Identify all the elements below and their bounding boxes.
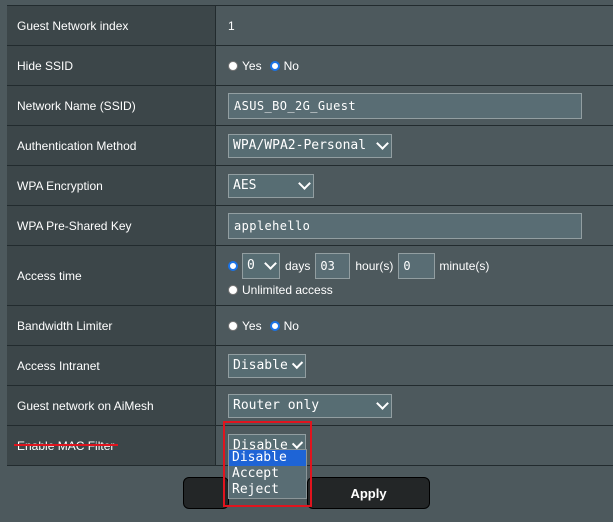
row-access-intranet: Access Intranet Disable xyxy=(7,346,613,386)
label-bandwidth-limiter: Bandwidth Limiter xyxy=(7,306,216,345)
hide-ssid-yes-radio[interactable] xyxy=(228,60,238,71)
row-aimesh: Guest network on AiMesh Router only xyxy=(7,386,613,426)
hide-ssid-no-label: No xyxy=(283,58,299,73)
auth-method-select[interactable]: WPA/WPA2-Personal xyxy=(228,133,392,158)
apply-button[interactable]: Apply xyxy=(307,477,430,509)
label-network-name: Network Name (SSID) xyxy=(7,86,216,125)
row-network-name: Network Name (SSID) ASUS_BO_2G_Guest xyxy=(7,86,613,126)
label-access-intranet: Access Intranet xyxy=(7,346,216,385)
row-wpa-encryption: WPA Encryption AES xyxy=(7,166,613,206)
label-auth-method: Authentication Method xyxy=(7,126,216,165)
access-intranet-value: Disable xyxy=(233,358,288,373)
bandwidth-no-label: No xyxy=(283,318,299,333)
chevron-down-icon xyxy=(298,177,311,190)
hide-ssid-no-radio[interactable] xyxy=(269,60,280,71)
chevron-down-icon xyxy=(376,397,389,410)
chevron-down-icon xyxy=(376,137,389,150)
label-wpa-psk: WPA Pre-Shared Key xyxy=(7,206,216,245)
unlimited-access-label: Unlimited access xyxy=(242,282,333,297)
aimesh-select[interactable]: Router only xyxy=(228,393,392,418)
highlight-box xyxy=(223,421,312,507)
row-wpa-psk: WPA Pre-Shared Key applehello xyxy=(7,206,613,246)
label-aimesh: Guest network on AiMesh xyxy=(7,386,216,425)
auth-method-value: WPA/WPA2-Personal xyxy=(233,138,367,153)
label-guest-network-index: Guest Network index xyxy=(7,6,216,45)
wpa-encryption-select[interactable]: AES xyxy=(228,173,314,198)
row-hide-ssid: Hide SSID Yes No xyxy=(7,46,613,86)
guest-network-index-value: 1 xyxy=(228,18,235,33)
chevron-down-icon xyxy=(264,257,277,270)
ssid-input[interactable]: ASUS_BO_2G_Guest xyxy=(228,92,582,119)
highlight-underline xyxy=(14,444,118,446)
days-value: 0 xyxy=(247,258,255,273)
row-auth-method: Authentication Method WPA/WPA2-Personal xyxy=(7,126,613,166)
bandwidth-yes-label: Yes xyxy=(242,318,262,333)
psk-input[interactable]: applehello xyxy=(228,212,582,239)
days-select[interactable]: 0 xyxy=(242,252,280,279)
row-access-time: Access time 0 days 03 hour(s) 0 minute(s… xyxy=(7,246,613,306)
days-unit: days xyxy=(285,258,311,273)
hours-unit: hour(s) xyxy=(355,258,394,273)
chevron-down-icon xyxy=(291,357,304,370)
hours-input[interactable]: 03 xyxy=(315,252,351,279)
minutes-unit: minute(s) xyxy=(439,258,490,273)
unlimited-access-radio[interactable] xyxy=(228,284,238,295)
label-wpa-encryption: WPA Encryption xyxy=(7,166,216,205)
row-guest-network-index: Guest Network index 1 xyxy=(7,5,613,46)
hide-ssid-yes-label: Yes xyxy=(242,58,262,73)
label-access-time: Access time xyxy=(7,246,216,305)
access-time-limited-radio[interactable] xyxy=(228,260,238,271)
wpa-encryption-value: AES xyxy=(233,178,257,193)
bandwidth-no-radio[interactable] xyxy=(269,320,280,331)
label-hide-ssid: Hide SSID xyxy=(7,46,216,85)
aimesh-value: Router only xyxy=(233,398,320,413)
row-bandwidth-limiter: Bandwidth Limiter Yes No xyxy=(7,306,613,346)
minutes-input[interactable]: 0 xyxy=(398,252,436,279)
bandwidth-yes-radio[interactable] xyxy=(228,320,238,331)
access-intranet-select[interactable]: Disable xyxy=(228,353,306,378)
guest-network-settings-table: Guest Network index 1 Hide SSID Yes No N… xyxy=(7,5,613,466)
